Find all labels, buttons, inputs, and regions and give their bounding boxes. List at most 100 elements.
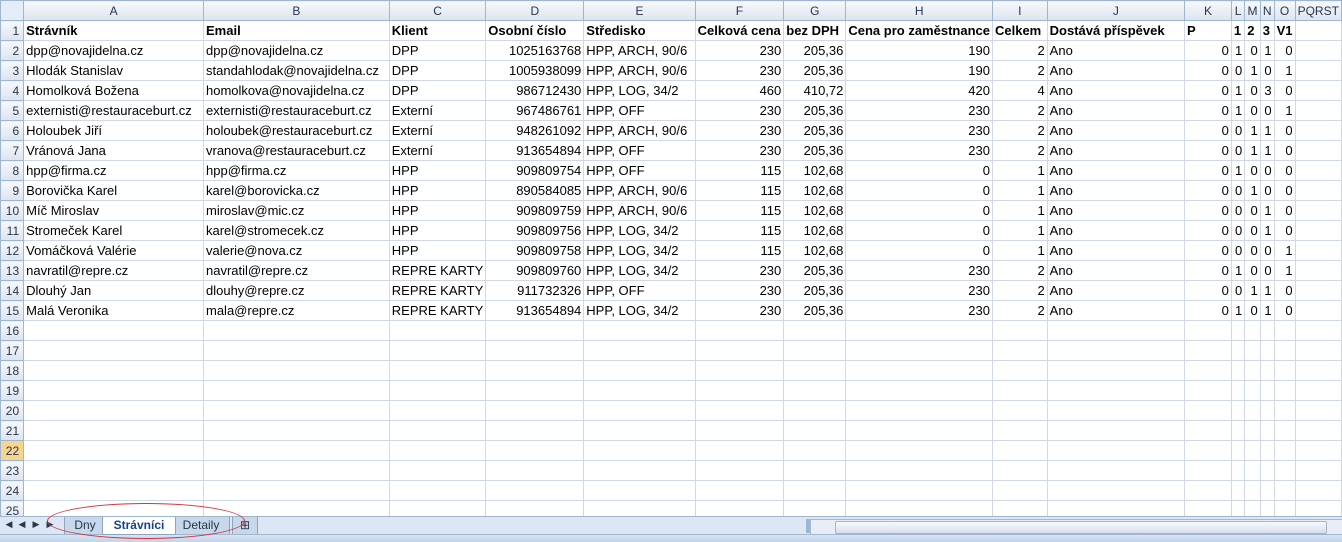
cell[interactable]: 0 <box>1244 100 1261 121</box>
cell[interactable] <box>485 360 585 381</box>
column-title-cell[interactable]: P <box>1184 20 1232 41</box>
cell[interactable]: Holoubek Jiří <box>23 120 204 141</box>
cell[interactable]: 1 <box>1259 40 1275 61</box>
cell[interactable]: 102,68 <box>783 240 847 261</box>
cell[interactable] <box>388 400 487 421</box>
cell[interactable]: 0 <box>1273 180 1296 201</box>
cell[interactable]: 4 <box>991 80 1048 101</box>
column-title-cell[interactable]: Strávník <box>23 20 204 41</box>
cell[interactable] <box>1294 320 1342 341</box>
cell[interactable]: 230 <box>694 280 785 301</box>
cell[interactable]: 1 <box>1273 260 1296 281</box>
cell[interactable] <box>1273 340 1296 361</box>
cell[interactable]: 1 <box>991 160 1048 181</box>
next-sheet-icon[interactable]: ▶ <box>31 519 41 530</box>
row-header[interactable]: 14 <box>0 280 25 301</box>
cell[interactable]: 230 <box>845 300 993 321</box>
cell[interactable] <box>1046 420 1186 441</box>
cell[interactable] <box>1273 460 1296 481</box>
cell[interactable]: HPP, OFF <box>583 100 696 121</box>
cell[interactable] <box>694 480 785 501</box>
cell[interactable]: Homolková Božena <box>23 80 204 101</box>
cell[interactable] <box>1294 220 1342 241</box>
cell[interactable] <box>1244 340 1261 361</box>
cell[interactable]: 1 <box>1259 200 1275 221</box>
cell[interactable] <box>783 360 847 381</box>
column-header-e[interactable]: E <box>583 0 696 21</box>
cell[interactable] <box>1184 440 1232 461</box>
column-title-cell[interactable]: 1 <box>1230 20 1246 41</box>
cell[interactable]: 420 <box>845 80 993 101</box>
cell[interactable]: 1 <box>1230 40 1246 61</box>
cell[interactable]: 0 <box>1184 140 1232 161</box>
cell[interactable] <box>845 380 993 401</box>
cell[interactable] <box>485 320 585 341</box>
cell[interactable]: 0 <box>1244 40 1261 61</box>
cell[interactable] <box>388 480 487 501</box>
cell[interactable]: 0 <box>1244 240 1261 261</box>
row-header[interactable]: 17 <box>0 340 25 361</box>
cell[interactable]: HPP, ARCH, 90/6 <box>583 60 696 81</box>
row-header[interactable]: 23 <box>0 460 25 481</box>
cell[interactable]: HPP <box>388 240 487 261</box>
cell[interactable] <box>23 400 204 421</box>
cell[interactable]: Ano <box>1046 140 1186 161</box>
cell[interactable]: dpp@novajidelna.cz <box>203 40 390 61</box>
column-title-cell[interactable]: Osobní číslo <box>485 20 585 41</box>
column-title-cell[interactable]: Dostává příspěvek <box>1046 20 1186 41</box>
cell[interactable]: Externí <box>388 120 487 141</box>
cell[interactable] <box>1294 380 1342 401</box>
cell[interactable] <box>583 360 696 381</box>
cell[interactable]: 0 <box>1273 220 1296 241</box>
cell[interactable] <box>1259 400 1275 421</box>
scrollbar-thumb[interactable] <box>835 521 1327 534</box>
cell[interactable]: 1 <box>1244 120 1261 141</box>
cell[interactable]: 0 <box>1273 120 1296 141</box>
cell[interactable]: 1 <box>1259 120 1275 141</box>
cell[interactable]: REPRE KARTY <box>388 300 487 321</box>
cell[interactable] <box>1259 380 1275 401</box>
tab-detaily[interactable]: Detaily <box>172 517 230 535</box>
column-header-j[interactable]: J <box>1046 0 1186 21</box>
cell[interactable]: Ano <box>1046 260 1186 281</box>
cell[interactable]: navratil@repre.cz <box>23 260 204 281</box>
cell[interactable]: 230 <box>694 140 785 161</box>
cell[interactable]: 2 <box>991 260 1048 281</box>
cell[interactable]: 230 <box>845 100 993 121</box>
row-header[interactable]: 4 <box>0 80 25 101</box>
row-header[interactable]: 2 <box>0 40 25 61</box>
cell[interactable]: 948261092 <box>485 120 585 141</box>
cell[interactable]: 230 <box>845 280 993 301</box>
cell[interactable] <box>203 320 390 341</box>
column-header-i[interactable]: I <box>991 0 1048 21</box>
cell[interactable] <box>1294 400 1342 421</box>
cell[interactable]: Externí <box>388 140 487 161</box>
cell[interactable] <box>783 460 847 481</box>
cell[interactable]: 1 <box>1259 140 1275 161</box>
cell[interactable] <box>694 440 785 461</box>
row-header[interactable]: 9 <box>0 180 25 201</box>
cell[interactable]: 1005938099 <box>485 60 585 81</box>
row-header[interactable]: 11 <box>0 220 25 241</box>
cell[interactable]: 205,36 <box>783 280 847 301</box>
row-header[interactable]: 15 <box>0 300 25 321</box>
cell[interactable]: 230 <box>694 100 785 121</box>
cell[interactable] <box>1184 480 1232 501</box>
cell[interactable]: 115 <box>694 240 785 261</box>
cell[interactable]: Ano <box>1046 40 1186 61</box>
cell[interactable]: 1 <box>1244 280 1261 301</box>
cell[interactable]: 2 <box>991 280 1048 301</box>
cell[interactable]: REPRE KARTY <box>388 260 487 281</box>
cell[interactable]: Hlodák Stanislav <box>23 60 204 81</box>
cell[interactable] <box>1259 320 1275 341</box>
cell[interactable]: 911732326 <box>485 280 585 301</box>
cell[interactable]: 0 <box>1259 260 1275 281</box>
cell[interactable] <box>783 480 847 501</box>
cell[interactable]: Vránová Jana <box>23 140 204 161</box>
cell[interactable]: REPRE KARTY <box>388 280 487 301</box>
cell[interactable]: 913654894 <box>485 300 585 321</box>
cell[interactable]: 205,36 <box>783 100 847 121</box>
cell[interactable] <box>783 440 847 461</box>
cell[interactable] <box>991 340 1048 361</box>
cell[interactable] <box>1184 460 1232 481</box>
